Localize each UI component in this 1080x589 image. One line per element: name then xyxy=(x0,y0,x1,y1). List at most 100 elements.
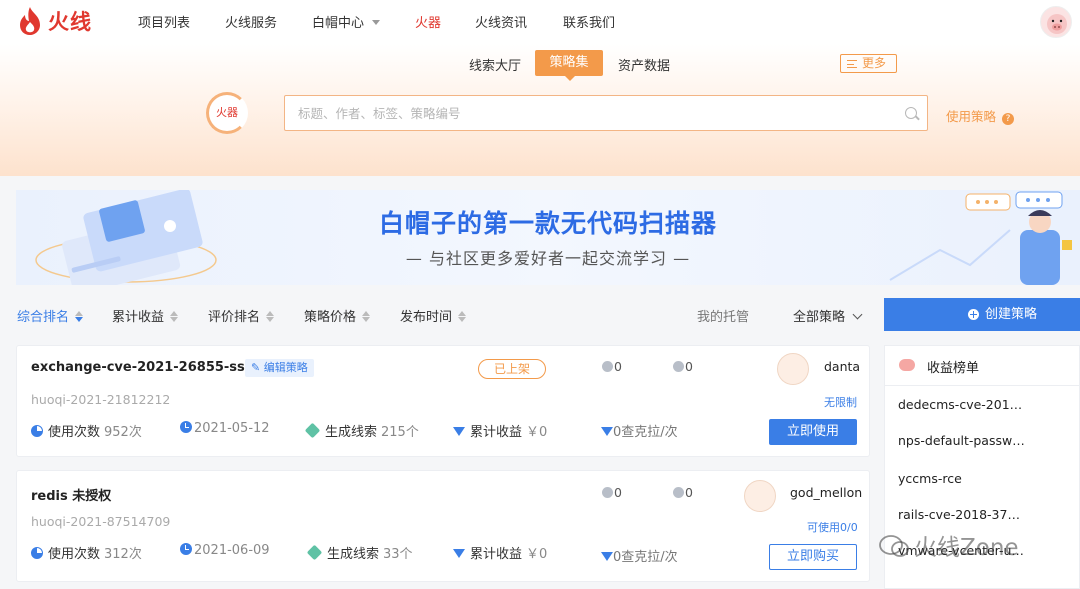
sort-icon xyxy=(75,311,84,322)
plus-circle-icon xyxy=(968,309,979,320)
pie-chart-icon xyxy=(31,547,43,559)
use-policy-label: 使用策略 xyxy=(946,109,997,124)
banner-illustration-right xyxy=(889,191,1072,285)
thumbs-up-icon xyxy=(602,487,613,498)
create-policy-label: 创建策略 xyxy=(985,307,1038,322)
leaderboard-item[interactable]: dedecms-cve-201… xyxy=(898,397,1022,412)
edit-policy-button[interactable]: ✎ 编辑策略 xyxy=(245,359,314,377)
dislike-count-value: 0 xyxy=(685,359,693,374)
diamond-icon xyxy=(453,427,465,436)
usage-count: 使用次数 952次 xyxy=(31,421,142,440)
clock-icon xyxy=(180,543,192,555)
publish-date-value: 2021-05-12 xyxy=(194,421,270,436)
more-button[interactable]: 更多 xyxy=(840,54,897,73)
diamond-icon xyxy=(601,427,613,436)
tab-asset-data[interactable]: 资产数据 xyxy=(618,55,670,74)
menu-icon xyxy=(847,60,857,68)
leads-count-value: 215个 xyxy=(381,425,419,440)
nav-item-services[interactable]: 火线服务 xyxy=(225,12,277,31)
search-input[interactable] xyxy=(285,96,885,130)
like-count[interactable]: 0 xyxy=(602,359,622,374)
cube-icon xyxy=(304,422,321,439)
site-logo[interactable]: 火线 xyxy=(16,6,92,36)
author-avatar[interactable] xyxy=(777,353,809,385)
usage-count-value: 952次 xyxy=(104,425,142,440)
policy-title[interactable]: redis 未授权 xyxy=(31,485,111,504)
nav-item-whitehat-center[interactable]: 白帽中心 xyxy=(312,12,381,31)
leaderboard-item[interactable]: yccms-rce xyxy=(898,471,962,486)
chevron-down-icon xyxy=(852,309,863,320)
use-policy-link[interactable]: 使用策略? xyxy=(946,106,1015,125)
flame-logo-icon xyxy=(20,7,40,35)
leaderboard-item[interactable]: nps-default-passw… xyxy=(898,433,1025,448)
user-avatar[interactable] xyxy=(1040,6,1072,38)
thumbs-up-icon xyxy=(602,361,613,372)
policy-code: huoqi-2021-87514709 xyxy=(31,514,171,529)
usage-limit: 无限制 xyxy=(824,396,857,409)
author-avatar[interactable] xyxy=(744,480,776,512)
tab-policy-set[interactable]: 策略集 xyxy=(535,50,603,81)
logo-text: 火线 xyxy=(48,10,92,34)
create-policy-button[interactable]: 创建策略 xyxy=(884,298,1080,331)
leaderboard-item[interactable]: rails-cve-2018-37… xyxy=(898,507,1020,522)
policy-price: 0查克拉/次 xyxy=(601,546,678,565)
watermark-text: 火线Zone xyxy=(914,535,1019,561)
sort-icon xyxy=(362,311,371,322)
leads-count-value: 33个 xyxy=(383,547,413,562)
watermark: 火线Zone xyxy=(878,528,1019,562)
policy-code: huoqi-2021-21812212 xyxy=(31,392,171,407)
sort-price-label: 策略价格 xyxy=(304,310,357,325)
publish-date: 2021-06-09 xyxy=(180,543,270,558)
sort-icon xyxy=(170,311,179,322)
policy-filter-dropdown[interactable]: 全部策略 xyxy=(793,306,863,325)
thumbs-down-icon xyxy=(673,361,684,372)
like-count[interactable]: 0 xyxy=(602,485,622,500)
search-box xyxy=(284,95,928,131)
sort-rating[interactable]: 评价排名 xyxy=(208,306,275,325)
use-now-button[interactable]: 立即使用 xyxy=(769,419,857,445)
sort-income-label: 累计收益 xyxy=(112,310,165,325)
search-icon[interactable] xyxy=(905,107,917,119)
buy-now-button[interactable]: 立即购买 xyxy=(769,544,857,570)
sort-icon xyxy=(266,311,275,322)
leads-count: 生成线索 215个 xyxy=(304,421,419,440)
leaderboard-icon xyxy=(899,359,915,371)
sort-price[interactable]: 策略价格 xyxy=(304,306,371,325)
more-button-label: 更多 xyxy=(862,56,887,70)
author-name[interactable]: danta xyxy=(824,359,860,374)
my-hosting-link[interactable]: 我的托管 xyxy=(697,306,749,325)
nav-item-contact[interactable]: 联系我们 xyxy=(563,12,615,31)
author-name[interactable]: god_mellon xyxy=(790,485,862,500)
total-income-value: ￥0 xyxy=(526,425,548,440)
total-income: 累计收益 ￥0 xyxy=(453,543,547,562)
sort-publish-time[interactable]: 发布时间 xyxy=(400,306,467,325)
sort-income[interactable]: 累计收益 xyxy=(112,306,179,325)
policy-price-value: 0查克拉/次 xyxy=(613,550,678,565)
policy-card[interactable]: redis 未授权 0 0 god_mellon huoqi-2021-8751… xyxy=(16,470,870,582)
policy-filter-label: 全部策略 xyxy=(793,310,846,325)
like-count-value: 0 xyxy=(614,485,622,500)
huoqi-badge: 火器 xyxy=(206,92,248,134)
status-badge: 已上架 xyxy=(478,359,546,379)
sort-comprehensive[interactable]: 综合排名 xyxy=(17,306,84,325)
leads-count-label: 生成线索 xyxy=(325,425,378,440)
nav-item-whitehat-label: 白帽中心 xyxy=(312,16,365,31)
usage-count-label: 使用次数 xyxy=(48,547,101,562)
dislike-count[interactable]: 0 xyxy=(673,359,693,374)
pig-avatar-icon xyxy=(1047,14,1067,34)
policy-card[interactable]: exchange-cve-2021-26855-ssrf ✎ 编辑策略 已上架 … xyxy=(16,345,870,457)
diamond-icon xyxy=(601,552,613,561)
promo-banner[interactable]: 白帽子的第一款无代码扫描器 — 与社区更多爱好者一起交流学习 — xyxy=(16,190,1080,285)
hero-search-area: 线索大厅 策略集 资产数据 更多 火器 使用策略? xyxy=(0,44,1080,176)
nav-item-huoqi[interactable]: 火器 xyxy=(415,12,441,31)
cube-icon xyxy=(306,544,323,561)
tab-clue-hall[interactable]: 线索大厅 xyxy=(469,55,521,74)
nav-item-projects[interactable]: 项目列表 xyxy=(138,12,190,31)
dislike-count[interactable]: 0 xyxy=(673,485,693,500)
policy-title[interactable]: exchange-cve-2021-26855-ssrf xyxy=(31,360,257,375)
thumbs-down-icon xyxy=(673,487,684,498)
nav-item-news[interactable]: 火线资讯 xyxy=(475,12,527,31)
sort-comprehensive-label: 综合排名 xyxy=(17,310,70,325)
pie-chart-icon xyxy=(31,425,43,437)
leads-count: 生成线索 33个 xyxy=(306,543,413,562)
